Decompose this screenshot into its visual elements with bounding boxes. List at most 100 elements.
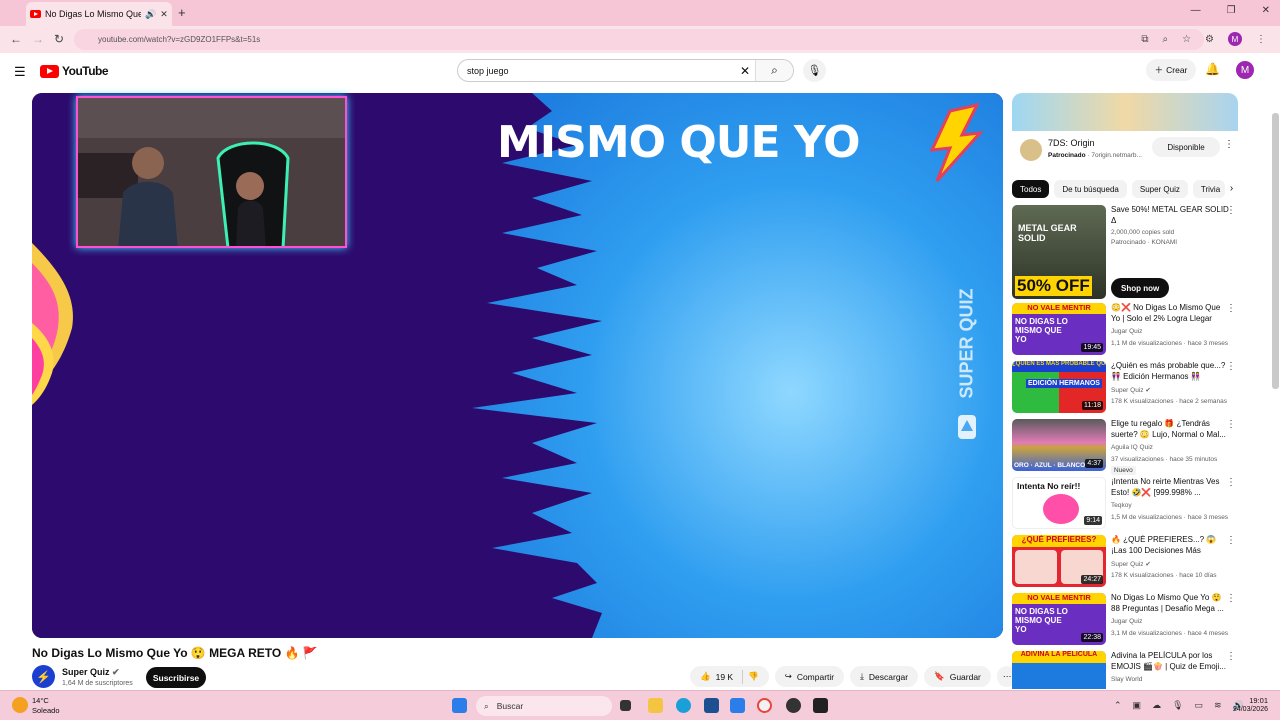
channel-name[interactable]: Super Quiz ✔ [62,667,120,678]
video-actions: 👍 19 K 👎 ↪ Compartir ⤓ Descargar 🔖 Guard… [690,666,1018,687]
weather-icon[interactable] [12,697,28,713]
list-item[interactable]: METAL GEAR SOLID 50% OFF Save 50%! METAL… [1012,205,1238,301]
speaker-icon[interactable]: 🔊 [145,9,156,20]
search-input[interactable]: stop juego [458,66,735,76]
recommendation-thumbnail: Intenta No reír!! 9:14 [1012,477,1106,529]
create-label: Crear [1166,65,1188,75]
youtube-logo[interactable]: YouTube [40,64,109,78]
tab-title: No Digas Lo Mismo Que Yo [45,9,141,19]
list-item[interactable]: ADIVINA LA PELÍCULA Adivina la PELÍCULA … [1012,651,1238,689]
app-icon[interactable] [786,698,801,713]
chips-next-icon[interactable]: › [1230,180,1233,198]
hamburger-menu-icon[interactable]: ☰ [14,64,26,80]
browser-tab[interactable]: No Digas Lo Mismo Que Yo 🔊 ✕ [26,2,172,26]
share-button[interactable]: ↪ Compartir [774,666,845,687]
forward-icon[interactable]: → [32,32,44,46]
list-item[interactable]: Intenta No reír!! 9:14 ¡Intenta No reirt… [1012,477,1238,531]
chip-de-tu-busqueda[interactable]: De tu búsqueda [1054,180,1127,198]
save-button[interactable]: 🔖 Guardar [924,666,991,687]
ad-meta: Patrocinado · 7origin.netmarb... [1048,152,1142,159]
clock-date[interactable]: 24/03/2026 [1218,706,1268,713]
more-icon[interactable]: ⋮ [1226,303,1236,314]
plus-icon: ＋ [1154,65,1164,75]
recommendation-thumbnail: ADIVINA LA PELÍCULA [1012,651,1106,689]
recommendation-channel: 2,000,000 copies sold [1111,229,1175,236]
list-item[interactable]: NO VALE MENTIR NO DIGAS LO MISMO QUE YO … [1012,303,1238,357]
create-button[interactable]: ＋ Crear [1146,59,1196,81]
chip-trivia[interactable]: Trivia [1192,180,1225,198]
bookmark-star-icon[interactable]: ☆ [1182,34,1191,45]
cast-icon[interactable]: ⧉ [1141,34,1148,45]
recommendation-meta: 3,1 M de visualizaciones · hace 4 meses [1111,630,1229,637]
shop-now-button[interactable]: Shop now [1111,278,1170,298]
search-button[interactable]: ⌕ [755,60,793,81]
more-icon: ⋯ [1002,671,1012,681]
tray-mic-icon[interactable]: 🎙 [1172,700,1183,711]
more-icon[interactable]: ⋮ [1226,477,1236,488]
ad-title: 7DS: Origin [1048,138,1095,148]
reload-icon[interactable]: ↻ [54,32,64,46]
like-button[interactable]: 👍 19 K 👎 [690,666,769,687]
recommendation-thumbnail: ¿QUIÉN ES MÁS PROBABLE QUE...? EDICIÓN H… [1012,361,1106,413]
more-icon[interactable]: ⋮ [1226,651,1236,662]
close-window-icon[interactable]: ✕ [1262,5,1270,16]
mic-icon: 🎙 [807,65,822,77]
recommendation-title: No Digas Lo Mismo Que Yo 😲 88 Preguntas … [1111,593,1224,613]
ad-info: 7DS: Origin Patrocinado · 7origin.netmar… [1012,131,1238,181]
close-tab-icon[interactable]: ✕ [160,9,168,20]
tray-cloud-icon[interactable]: ☁ [1152,700,1161,711]
list-item[interactable]: ¿QUÉ PREFIERES? 24:27 🔥 ¿QUÉ PREFIERES..… [1012,535,1238,589]
store-icon[interactable] [704,698,719,713]
page-scrollbar[interactable] [1272,113,1279,389]
file-explorer-icon[interactable] [648,698,663,713]
url-field[interactable]: youtube.com/watch?v=zGD9ZO1FFPs&t=51s [74,29,1204,50]
extensions-icon[interactable]: ⚙ [1205,34,1214,45]
mail-icon[interactable] [730,698,745,713]
ad-more-icon[interactable]: ⋮ [1224,139,1234,150]
notifications-bell-icon[interactable]: 🔔 [1205,62,1220,76]
tray-display-icon[interactable]: ▭ [1195,700,1204,711]
chip-todos[interactable]: Todos [1012,180,1050,198]
more-icon[interactable]: ⋮ [1226,361,1236,372]
epic-games-icon[interactable] [813,698,828,713]
channel-avatar[interactable]: ⚡ [32,665,55,688]
subscribe-button[interactable]: Suscribirse [146,667,206,688]
download-label: Descargar [868,671,909,682]
thumbs-up-icon: 👍 [700,671,711,681]
maximize-icon[interactable]: ❐ [1227,5,1236,16]
list-item[interactable]: ¿QUIÉN ES MÁS PROBABLE QUE...? EDICIÓN H… [1012,361,1238,415]
taskbar-search[interactable]: ⌕ Buscar [476,696,612,716]
ad-cta-button[interactable]: Disponible [1152,137,1220,157]
download-button[interactable]: ⤓ Descargar [850,666,919,687]
more-icon[interactable]: ⋮ [1226,205,1236,216]
recommendation-channel: Jugar Quiz [1111,328,1143,335]
clear-search-icon[interactable]: ✕ [735,64,755,78]
recommendation-thumbnail: NO VALE MENTIR NO DIGAS LO MISMO QUE YO … [1012,303,1106,355]
thumbs-down-icon[interactable]: 👎 [748,671,759,682]
clock-time[interactable]: 19:01 [1228,696,1268,705]
profile-avatar[interactable]: M [1228,32,1242,46]
more-icon[interactable]: ⋮ [1226,419,1236,430]
minimize-icon[interactable]: — [1191,5,1201,16]
more-icon[interactable]: ⋮ [1226,593,1236,604]
tray-chevron-icon[interactable]: ⌃ [1114,700,1122,711]
recommendation-channel: Teqkoy [1111,502,1132,509]
list-item[interactable]: ORO · AZUL · BLANCO 4:37 Elige tu regalo… [1012,419,1238,475]
list-item[interactable]: NO VALE MENTIR NO DIGAS LO MISMO QUE YO … [1012,593,1238,647]
youtube-page: ☰ YouTube stop juego ✕ ⌕ 🎙 ＋ Crear 🔔 M M… [0,53,1280,690]
account-avatar[interactable]: M [1236,61,1254,79]
voice-search-button[interactable]: 🎙 [803,59,826,82]
chrome-icon[interactable] [757,698,772,713]
youtube-favicon-icon [30,10,41,18]
search-icon: ⌕ [484,700,489,711]
browser-menu-icon[interactable]: ⋮ [1256,34,1266,45]
zoom-icon[interactable]: ⌕ [1162,34,1168,45]
edge-icon[interactable] [676,698,691,713]
more-icon[interactable]: ⋮ [1226,535,1236,546]
new-tab-button[interactable]: + [178,5,186,20]
start-icon[interactable] [452,698,467,713]
tray-app-icon[interactable]: ▣ [1133,700,1142,711]
task-view-icon[interactable] [620,700,631,711]
chip-super-quiz[interactable]: Super Quiz [1131,180,1188,198]
back-icon[interactable]: ← [10,32,22,46]
